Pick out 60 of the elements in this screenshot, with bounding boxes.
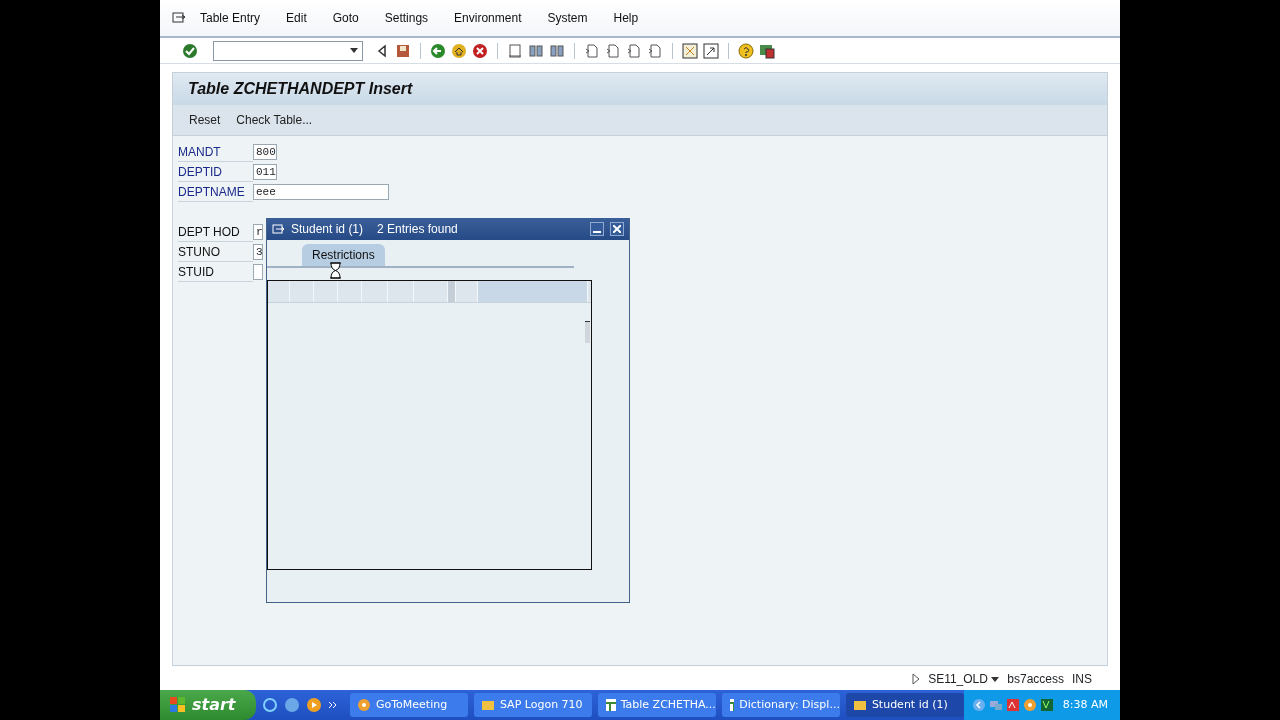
page-icon[interactable] — [647, 42, 663, 59]
menu-item[interactable]: Table Entry — [186, 9, 273, 27]
folder-icon — [480, 698, 495, 712]
page-icon[interactable] — [626, 42, 642, 59]
help-icon[interactable] — [738, 42, 754, 59]
menu-item[interactable]: Settings — [370, 9, 441, 27]
page-icon[interactable] — [584, 42, 600, 59]
window-icon — [272, 223, 285, 235]
menu-item[interactable]: Help — [599, 9, 651, 27]
media-player-icon[interactable] — [305, 697, 322, 713]
flower-icon — [356, 698, 371, 712]
dropdown-icon[interactable] — [991, 677, 1000, 683]
expand-icon[interactable] — [912, 673, 921, 685]
menu-item[interactable]: Goto — [318, 9, 371, 27]
taskbar-button[interactable]: Table ZCHETHA... — [597, 693, 716, 717]
new-window-icon[interactable] — [703, 42, 719, 59]
screen-title: Table ZCHETHANDEPT Insert — [173, 73, 1107, 105]
dialog-subtitle: 2 Entries found — [377, 221, 458, 238]
page-icon[interactable] — [605, 42, 621, 59]
shield-icon[interactable] — [1039, 698, 1054, 712]
collapse-icon[interactable] — [971, 698, 986, 712]
windows-logo-icon — [170, 697, 186, 713]
layout-icon[interactable] — [682, 42, 698, 59]
status-transaction[interactable]: SE11_OLD — [928, 670, 1000, 688]
taskbar-button[interactable]: GoToMeeting — [349, 693, 468, 717]
tab[interactable]: Restrictions — [302, 244, 385, 266]
menu-item[interactable]: Edit — [272, 9, 319, 27]
taskbar-button[interactable]: SAP Logon 710 — [473, 693, 592, 717]
input-field[interactable]: 3 — [253, 244, 263, 260]
status-mode: INS — [1072, 671, 1092, 688]
cancel-icon[interactable] — [472, 42, 488, 59]
chevron-icon[interactable] — [327, 701, 338, 709]
action-link[interactable]: Check Table... — [236, 111, 313, 129]
input-field[interactable]: 800 — [253, 144, 277, 160]
status-server: bs7access — [1007, 671, 1064, 688]
hourglass-icon — [329, 262, 342, 279]
command-field[interactable] — [213, 40, 363, 61]
clock: 8:38 AM — [1062, 696, 1109, 713]
input-field[interactable]: 011 — [253, 164, 277, 180]
action-link[interactable]: Reset — [189, 111, 221, 129]
dialog-title: Student id (1) — [291, 221, 364, 238]
menu-item[interactable]: System — [533, 9, 600, 27]
input-field[interactable]: eee — [253, 184, 389, 200]
taskbar-button[interactable]: Dictionary: Displ... — [721, 693, 840, 717]
table-icon — [604, 698, 616, 712]
folder-icon — [852, 698, 867, 712]
input-field[interactable] — [253, 264, 263, 280]
input-field[interactable]: r — [253, 224, 263, 240]
menu-icon[interactable] — [172, 12, 186, 24]
check-icon[interactable] — [182, 42, 198, 59]
caret-icon[interactable] — [350, 48, 358, 53]
home-icon[interactable] — [451, 42, 467, 59]
taskbar-button[interactable]: Student id (1) — [845, 693, 964, 717]
flower-icon[interactable] — [1022, 698, 1037, 712]
menu-item[interactable]: Environment — [440, 9, 534, 27]
table-icon — [728, 698, 735, 712]
security-icon[interactable] — [1005, 698, 1020, 712]
start-button[interactable]: start — [160, 690, 256, 720]
save-icon[interactable] — [395, 42, 411, 59]
start-label: start — [192, 694, 236, 716]
